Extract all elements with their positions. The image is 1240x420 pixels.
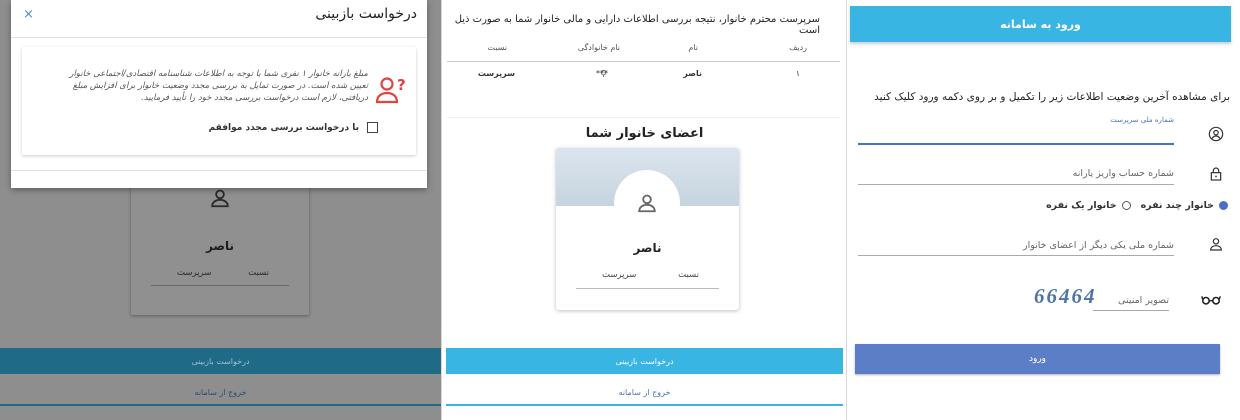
- table-row: ۱ ناصر *** سرپرست: [447, 69, 840, 85]
- member-name: ناصر: [633, 241, 662, 255]
- glasses-icon: [1201, 296, 1221, 305]
- radio-multi-label: خانوار چند نفره: [1140, 200, 1214, 211]
- account-number-placeholder: شماره حساب واریز یارانه: [1072, 168, 1174, 179]
- divider: [11, 37, 427, 38]
- review-dialog: درخواست بازبینی × ? مبلغ یارانه خانوار ۱…: [11, 0, 427, 188]
- national-id-field[interactable]: شماره ملی سرپرست: [858, 116, 1174, 146]
- dialog-title: درخواست بازبینی: [315, 6, 417, 22]
- captcha-label: تصویر امنیتی: [1118, 295, 1169, 306]
- field-underline: [1093, 310, 1169, 311]
- cell-name: ناصر: [683, 69, 702, 78]
- account-number-field[interactable]: شماره حساب واریز یارانه: [858, 166, 1174, 188]
- family-size-radio-group: خانوار چند نفره خانوار یک نفره: [858, 200, 1228, 211]
- member-name: ناصر: [205, 239, 235, 253]
- result-message: سرپرست محترم خانوار، نتیجه بررسی اطلاعات…: [454, 14, 820, 36]
- review-request-button[interactable]: درخواست بازبینی: [446, 348, 843, 374]
- field-underline: [858, 184, 1174, 185]
- table-header: ردیف نام نام خانوادگی نسبت: [447, 43, 840, 59]
- member-card: ناصر نسبت سرپرست: [556, 148, 739, 310]
- cell-surname: ***: [596, 69, 608, 78]
- divider: [576, 288, 719, 289]
- relation-value: سرپرست: [177, 268, 212, 278]
- field-underline: [858, 143, 1174, 145]
- captcha-input[interactable]: تصویر امنیتی: [1093, 293, 1169, 315]
- exit-button[interactable]: خروج از سامانه: [446, 380, 843, 406]
- review-dialog-screen: ناصر نسبت سرپرست درخواست بازبینی خروج از…: [0, 0, 441, 420]
- login-intro: برای مشاهده آخرین وضعیت اطلاعات زیر را ت…: [874, 91, 1230, 103]
- members-title: اعضای خانوار شما: [585, 126, 704, 141]
- relation-value: سرپرست: [602, 270, 637, 280]
- national-id-label: شماره ملی سرپرست: [1110, 116, 1174, 124]
- member-card-dimmed: ناصر نسبت سرپرست: [131, 167, 309, 315]
- user-circle-icon: [1208, 126, 1224, 142]
- divider: [11, 170, 427, 171]
- col-header-surname: نام خانوادگی: [577, 43, 620, 52]
- dialog-message: مبلغ یارانه خانوار ۱ نفری شما با توجه به…: [69, 69, 368, 103]
- login-button[interactable]: ورود: [855, 344, 1220, 374]
- exit-button-dimmed[interactable]: خروج از سامانه: [0, 380, 441, 406]
- radio-selected[interactable]: [1219, 201, 1228, 210]
- svg-text:?: ?: [397, 76, 406, 94]
- close-icon[interactable]: ×: [23, 7, 34, 22]
- agree-checkbox[interactable]: [367, 122, 378, 133]
- cell-surname-value: ***: [596, 69, 608, 78]
- relation-label: نسبت: [678, 270, 699, 280]
- radio-single-person[interactable]: خانوار یک نفره: [1046, 200, 1131, 211]
- col-header-row: ردیف: [789, 43, 807, 52]
- person-icon: [1210, 238, 1222, 251]
- radio-multi-person[interactable]: خانوار چند نفره: [1141, 200, 1228, 211]
- col-header-relation: نسبت: [487, 43, 507, 52]
- panel-separator: [846, 0, 847, 420]
- radio-single-label: خانوار یک نفره: [1046, 200, 1117, 211]
- review-request-button-dimmed[interactable]: درخواست بازبینی: [0, 348, 441, 374]
- avatar: [614, 170, 680, 236]
- result-screen: سرپرست محترم خانوار، نتیجه بررسی اطلاعات…: [443, 0, 846, 420]
- login-screen: ورود به سامانه برای مشاهده آخرین وضعیت ا…: [848, 0, 1240, 420]
- cell-relation: سرپرست: [477, 69, 515, 78]
- panel-separator: [441, 0, 442, 420]
- other-member-placeholder: شماره ملی یکی دیگر از اعضای خانوار: [1022, 240, 1174, 251]
- lock-icon: [1210, 167, 1222, 181]
- login-header: ورود به سامانه: [850, 6, 1231, 42]
- other-member-id-field[interactable]: شماره ملی یکی دیگر از اعضای خانوار: [858, 238, 1174, 260]
- col-header-name: نام: [688, 43, 698, 52]
- radio-unselected[interactable]: [1121, 201, 1131, 210]
- relation-label: نسبت: [248, 268, 269, 278]
- person-icon: [211, 189, 229, 208]
- table-divider: [447, 117, 840, 118]
- agree-checkbox-label: با درخواست بررسی مجدد موافقم: [208, 122, 359, 133]
- person-icon: [638, 194, 656, 213]
- user-question-icon: ?: [375, 76, 406, 104]
- table-divider: [447, 61, 840, 62]
- cell-row: ۱: [795, 69, 800, 78]
- agree-checkbox-row[interactable]: با درخواست بررسی مجدد موافقم: [209, 122, 378, 133]
- captcha-image: 66464: [1034, 284, 1097, 308]
- field-underline: [858, 255, 1174, 256]
- dialog-body: ? مبلغ یارانه خانوار ۱ نفری شما با توجه …: [22, 47, 416, 155]
- divider: [151, 285, 289, 286]
